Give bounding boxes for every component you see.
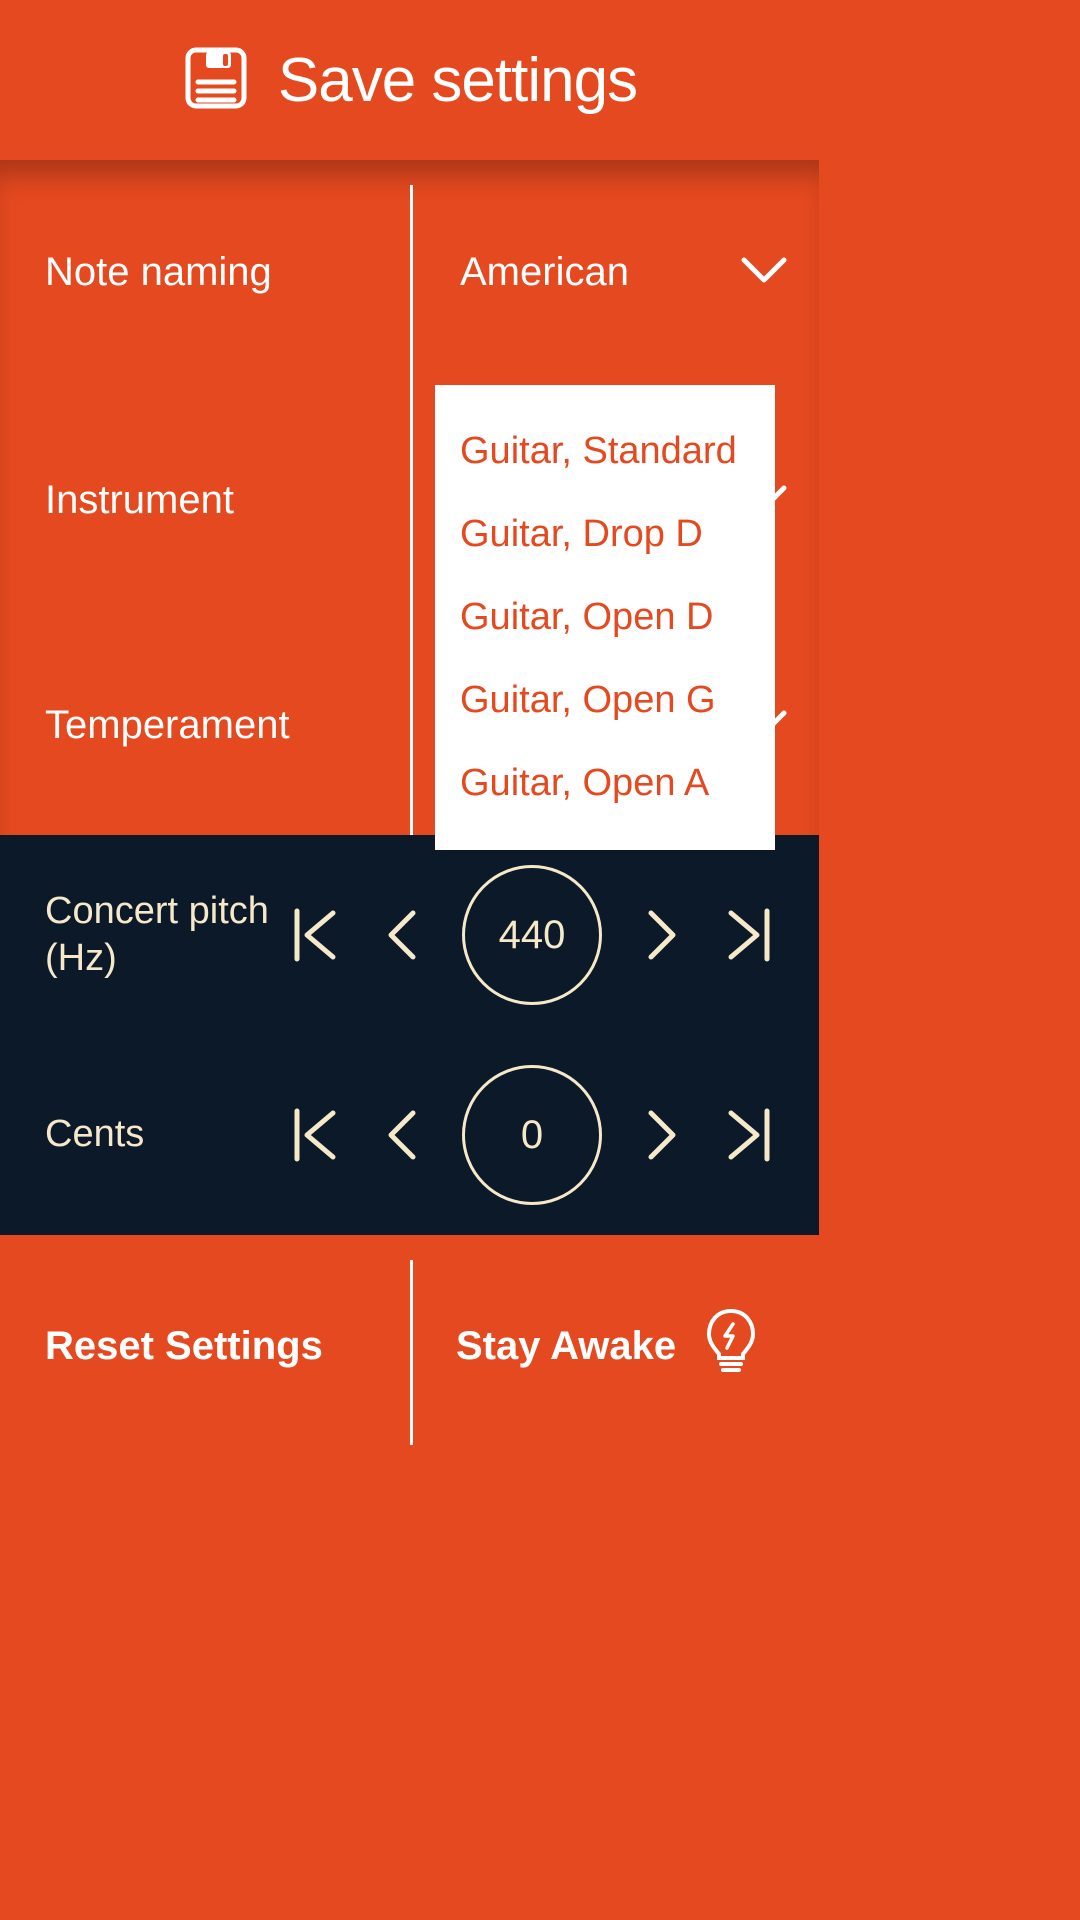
dropdown-item[interactable]: Guitar, Drop D bbox=[435, 493, 775, 576]
save-icon bbox=[182, 44, 250, 117]
reset-settings-label: Reset Settings bbox=[45, 1324, 323, 1369]
concert-pitch-label: Concert pitch (Hz) bbox=[45, 888, 290, 983]
stepper-section: Concert pitch (Hz) 440 bbox=[0, 835, 819, 1235]
dropdown-item[interactable]: Guitar, Standard bbox=[435, 410, 775, 493]
reset-settings-button[interactable]: Reset Settings bbox=[0, 1235, 408, 1457]
header: Save settings bbox=[0, 0, 819, 160]
chevron-down-icon bbox=[739, 250, 789, 295]
cents-label: Cents bbox=[45, 1111, 290, 1159]
footer: Reset Settings Stay Awake bbox=[0, 1235, 819, 1457]
skip-forward-button[interactable] bbox=[724, 895, 774, 975]
dropdown-item[interactable]: Guitar, Open G bbox=[435, 659, 775, 742]
next-button[interactable] bbox=[638, 895, 688, 975]
dropdown-item[interactable]: Guitar, Open D bbox=[435, 576, 775, 659]
concert-pitch-value[interactable]: 440 bbox=[462, 865, 602, 1005]
dropdown-item[interactable]: Guitar, Open A bbox=[435, 742, 775, 825]
cents-value[interactable]: 0 bbox=[462, 1065, 602, 1205]
next-button[interactable] bbox=[638, 1095, 688, 1175]
skip-back-button[interactable] bbox=[290, 1095, 340, 1175]
note-naming-label: Note naming bbox=[0, 250, 410, 295]
lightbulb-icon bbox=[701, 1306, 761, 1386]
vertical-divider bbox=[410, 1260, 413, 1445]
instrument-label: Instrument bbox=[0, 478, 410, 523]
page-title: Save settings bbox=[278, 45, 637, 116]
skip-forward-button[interactable] bbox=[724, 1095, 774, 1175]
note-naming-value[interactable]: American bbox=[410, 250, 819, 295]
stay-awake-button[interactable]: Stay Awake bbox=[408, 1235, 819, 1457]
stay-awake-label: Stay Awake bbox=[456, 1324, 676, 1369]
skip-back-button[interactable] bbox=[290, 895, 340, 975]
cents-row: Cents 0 bbox=[0, 1035, 819, 1235]
note-naming-text: American bbox=[460, 250, 629, 295]
vertical-divider bbox=[410, 185, 413, 835]
temperament-label: Temperament bbox=[0, 703, 410, 748]
prev-button[interactable] bbox=[376, 895, 426, 975]
concert-pitch-controls: 440 bbox=[290, 865, 774, 1005]
cents-controls: 0 bbox=[290, 1065, 774, 1205]
concert-pitch-row: Concert pitch (Hz) 440 bbox=[0, 835, 819, 1035]
settings-section: Note naming American Instrument Temperam… bbox=[0, 160, 819, 835]
instrument-dropdown: Guitar, Standard Guitar, Drop D Guitar, … bbox=[435, 385, 775, 850]
prev-button[interactable] bbox=[376, 1095, 426, 1175]
